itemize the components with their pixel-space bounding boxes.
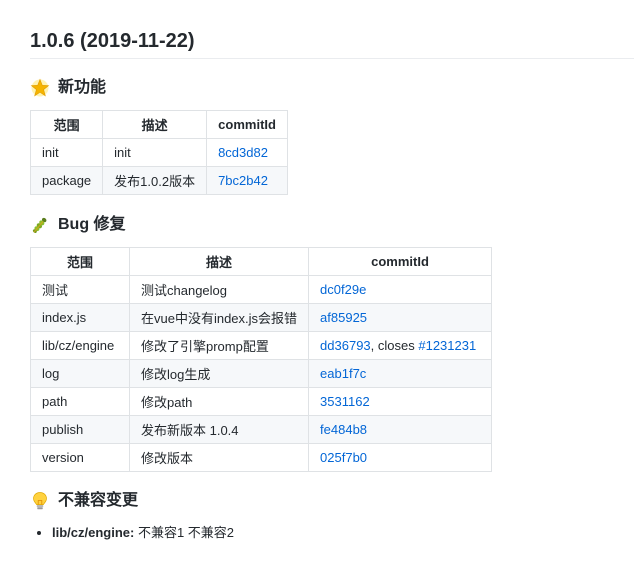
commit-cell: af85925 [308,303,493,332]
commit-cell: dd36793, closes #1231231 [308,331,493,360]
commit-link[interactable]: fe484b8 [320,422,367,437]
commit-link[interactable]: 025f7b0 [320,450,367,465]
scope-cell: init [29,138,104,167]
desc-cell: init [102,138,208,167]
desc-cell: 修改log生成 [128,359,310,388]
commit-link[interactable]: dc0f29e [320,282,366,297]
desc-cell: 发布新版本 1.0.4 [128,415,310,444]
commit-link[interactable]: af85925 [320,310,367,325]
desc-cell: 在vue中没有index.js会报错 [128,303,310,332]
features-table: 范围 描述 commitId init init 8cd3d82 package… [29,110,289,195]
bugfix-table: 范围 描述 commitId 测试 测试changelog dc0f29e in… [30,247,493,472]
breaking-text: 不兼容1 不兼容2 [134,525,235,540]
breaking-heading: 不兼容变更 [30,489,138,513]
table-row: lib/cz/engine 修改了引擎promp配置 dd36793, clos… [30,331,493,360]
closes-text: , closes [370,338,419,353]
breaking-heading-text: 不兼容变更 [58,492,139,509]
bug-icon [32,217,47,233]
commit-cell: fe484b8 [308,415,493,444]
commit-cell: 025f7b0 [308,443,493,472]
table-row: path 修改path 3531162 [30,387,493,416]
table-row: index.js 在vue中没有index.js会报错 af85925 [30,303,493,332]
sparkle-star-icon [30,78,50,97]
table-row: 测试 测试changelog dc0f29e [30,275,493,304]
commit-cell: 3531162 [308,387,493,416]
features-heading-text: 新功能 [58,79,107,96]
commit-cell: dc0f29e [308,275,493,304]
desc-cell: 修改path [128,387,310,416]
desc-cell: 测试changelog [128,275,310,304]
breaking-list: lib/cz/engine: 不兼容1 不兼容2 [30,522,234,544]
table-header-row: 范围 描述 commitId [29,110,289,139]
column-header-desc: 描述 [128,247,310,276]
column-header-scope: 范围 [29,110,104,139]
scope-cell: publish [30,415,130,444]
scope-cell: version [30,443,130,472]
commit-cell: 8cd3d82 [206,138,289,167]
scope-cell: 测试 [30,275,130,304]
desc-cell: 发布1.0.2版本 [102,166,208,195]
list-item: lib/cz/engine: 不兼容1 不兼容2 [52,522,234,544]
bugfix-heading-text: Bug 修复 [58,216,126,233]
column-header-desc: 描述 [102,110,208,139]
release-heading: 1.0.6 (2019-11-22) [30,26,634,59]
commit-link[interactable]: eab1f7c [320,366,366,381]
column-header-commit: commitId [206,110,289,139]
commit-link[interactable]: 3531162 [320,394,370,409]
scope-cell: index.js [30,303,130,332]
features-heading: 新功能 [30,76,106,100]
column-header-commit: commitId [308,247,493,276]
table-row: version 修改版本 025f7b0 [30,443,493,472]
scope-cell: path [30,387,130,416]
commit-cell: 7bc2b42 [206,166,289,195]
scope-cell: package [29,166,104,195]
commit-cell: eab1f7c [308,359,493,388]
desc-cell: 修改了引擎promp配置 [128,331,310,360]
scope-cell: log [30,359,130,388]
commit-link[interactable]: 7bc2b42 [218,173,268,188]
lightbulb-icon [33,492,47,510]
breaking-scope: lib/cz/engine: [52,525,135,540]
table-row: log 修改log生成 eab1f7c [30,359,493,388]
column-header-scope: 范围 [30,247,130,276]
scope-cell: lib/cz/engine [30,331,130,360]
desc-cell: 修改版本 [128,443,310,472]
table-row: package 发布1.0.2版本 7bc2b42 [29,166,289,195]
table-row: publish 发布新版本 1.0.4 fe484b8 [30,415,493,444]
issue-link[interactable]: #1231231 [418,338,476,353]
commit-link[interactable]: 8cd3d82 [218,145,268,160]
commit-link[interactable]: dd36793 [320,338,371,353]
table-header-row: 范围 描述 commitId [30,247,493,276]
bugfix-heading: Bug 修复 [30,213,126,237]
table-row: init init 8cd3d82 [29,138,289,167]
